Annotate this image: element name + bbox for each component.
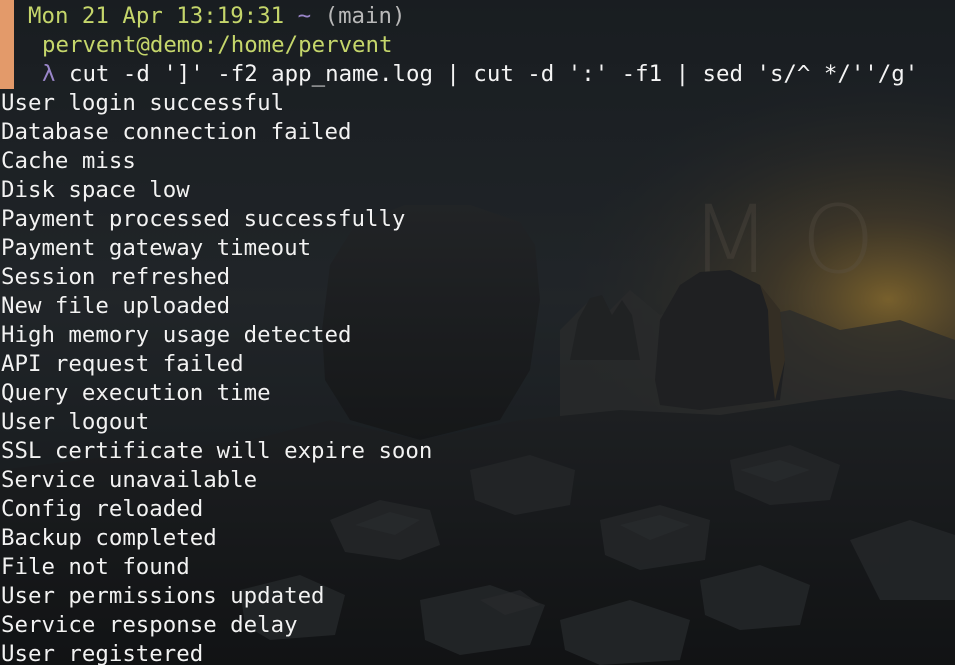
output-line: High memory usage detected	[1, 322, 352, 348]
terminal-content: Mon 21 Apr 13:19:31 ~ (main) pervent@dem…	[0, 0, 955, 665]
prompt-datetime: Mon 21 Apr 13:19:31	[28, 3, 285, 29]
output-line: Disk space low	[1, 177, 190, 203]
output-line: User login successful	[1, 90, 285, 116]
prompt-user-host-path: pervent@demo:/home/pervent	[42, 32, 393, 58]
prompt-accent-bar	[0, 0, 14, 89]
command-line[interactable]: λ cut -d ']' -f2 app_name.log | cut -d '…	[28, 60, 955, 89]
prompt-tilde: ~	[297, 3, 312, 29]
output-line: SSL certificate will expire soon	[1, 438, 433, 464]
output-line: File not found	[1, 554, 190, 580]
prompt-status-line: Mon 21 Apr 13:19:31 ~ (main)	[28, 2, 955, 31]
shell-prompt: Mon 21 Apr 13:19:31 ~ (main) pervent@dem…	[0, 0, 955, 89]
prompt-user-line: pervent@demo:/home/pervent	[28, 31, 955, 60]
output-line: User registered	[1, 641, 204, 665]
output-line: Config reloaded	[1, 496, 204, 522]
terminal-window[interactable]: MO Mon 21 Apr 13:19:31 ~ (main) pervent@…	[0, 0, 955, 665]
output-line: Service unavailable	[1, 467, 258, 493]
prompt-git-branch: (main)	[324, 3, 406, 29]
output-line: Service response delay	[1, 612, 298, 638]
output-line: Payment gateway timeout	[1, 235, 312, 261]
output-line: Backup completed	[1, 525, 217, 551]
output-line: Database connection failed	[1, 119, 352, 145]
output-line: API request failed	[1, 351, 244, 377]
output-line: Query execution time	[1, 380, 271, 406]
output-line: Payment processed successfully	[1, 206, 406, 232]
prompt-lambda-icon: λ	[42, 61, 56, 87]
output-line: Cache miss	[1, 148, 136, 174]
output-line: User logout	[1, 409, 150, 435]
command-text[interactable]: cut -d ']' -f2 app_name.log | cut -d ':'…	[69, 61, 918, 87]
output-line: User permissions updated	[1, 583, 325, 609]
command-output: User login successful Database connectio…	[0, 89, 955, 665]
output-line: Session refreshed	[1, 264, 231, 290]
output-line: New file uploaded	[1, 293, 231, 319]
